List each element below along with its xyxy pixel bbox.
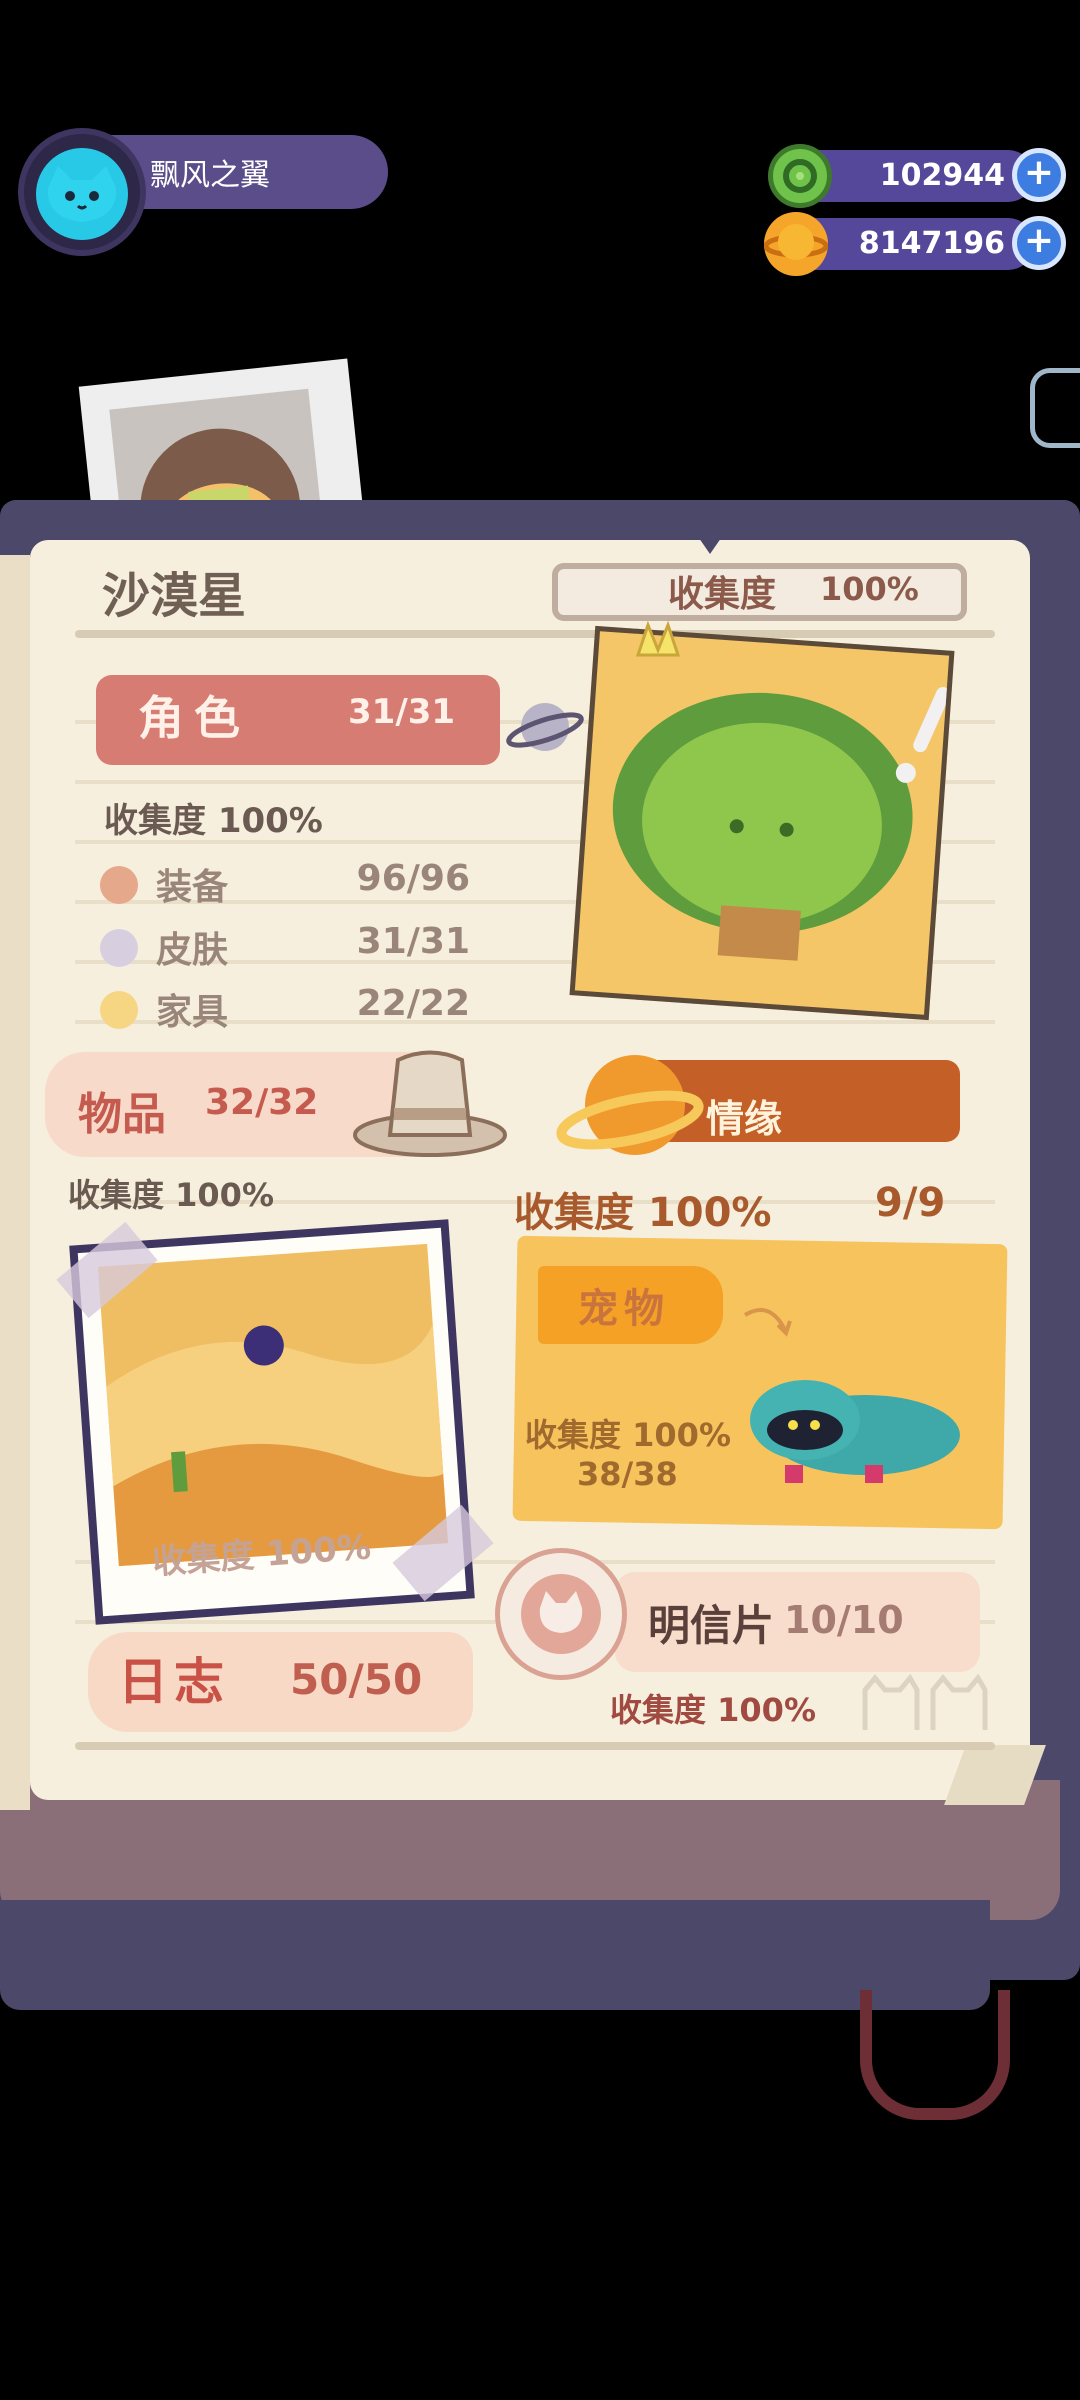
affinity-label: 情缘 xyxy=(706,1097,783,1141)
stamp-icon xyxy=(495,1548,627,1680)
journal-label: 日志 xyxy=(118,1653,230,1711)
orange-planet-icon xyxy=(555,1045,705,1175)
skin-label: 皮肤 xyxy=(156,930,229,971)
overall-collect-value: 100% xyxy=(820,570,919,608)
pet-collect: 收集度 100% xyxy=(525,1416,732,1454)
furniture-dot xyxy=(100,991,138,1029)
furniture-label: 家具 xyxy=(156,992,229,1033)
postcard-collect: 收集度 100% xyxy=(610,1691,817,1729)
arrow-doodle-icon xyxy=(740,1295,800,1345)
avatar[interactable] xyxy=(36,148,128,240)
character-card[interactable] xyxy=(569,625,955,1021)
hat-icon xyxy=(350,1040,510,1160)
page-edge xyxy=(0,555,30,1810)
player-name: 飘风之翼 xyxy=(150,158,270,193)
book-cover-bottom xyxy=(0,1900,990,2010)
pet-label: 宠物 xyxy=(578,1286,670,1332)
add-gold-button[interactable]: + xyxy=(1012,216,1066,270)
add-gem-button[interactable]: + xyxy=(1012,148,1066,202)
role-count: 31/31 xyxy=(348,692,456,732)
cat-face-icon xyxy=(47,166,117,222)
crocodile-pet-icon xyxy=(745,1365,965,1495)
pet-count: 38/38 xyxy=(577,1455,678,1493)
gem-amount: 102944 xyxy=(879,158,1005,193)
role-collect: 收集度 100% xyxy=(104,801,323,841)
skin-dot xyxy=(100,929,138,967)
lettuce-character-icon xyxy=(612,687,951,961)
header-divider xyxy=(75,630,995,638)
equipment-dot xyxy=(100,866,138,904)
star-icon xyxy=(628,620,688,660)
affinity-count: 9/9 xyxy=(875,1180,946,1226)
items-count: 32/32 xyxy=(205,1082,319,1123)
affinity-collect: 收集度 100% xyxy=(514,1190,772,1236)
skin-count: 31/31 xyxy=(356,921,470,962)
gold-amount: 8147196 xyxy=(858,226,1005,261)
journal-count: 50/50 xyxy=(290,1655,423,1704)
postcard-label: 明信片 xyxy=(648,1601,775,1650)
book-strap xyxy=(860,1990,1010,2120)
planet-title: 沙漠星 xyxy=(102,568,247,624)
overall-collect-label: 收集度 xyxy=(668,574,777,615)
equipment-label: 装备 xyxy=(156,867,229,908)
desert-photo xyxy=(97,1243,449,1567)
postcard-count: 10/10 xyxy=(784,1598,904,1642)
furniture-count: 22/22 xyxy=(356,983,470,1024)
cat-doodle-icon xyxy=(855,1670,995,1740)
items-collect: 收集度 100% xyxy=(68,1176,275,1214)
footer-divider xyxy=(75,1742,995,1750)
items-label: 物品 xyxy=(78,1089,166,1140)
paperclip-icon xyxy=(1030,368,1080,448)
role-label: 角色 xyxy=(138,691,250,745)
small-planet-icon xyxy=(505,692,585,762)
book-spine xyxy=(0,1780,1060,1920)
equipment-count: 96/96 xyxy=(356,858,470,899)
